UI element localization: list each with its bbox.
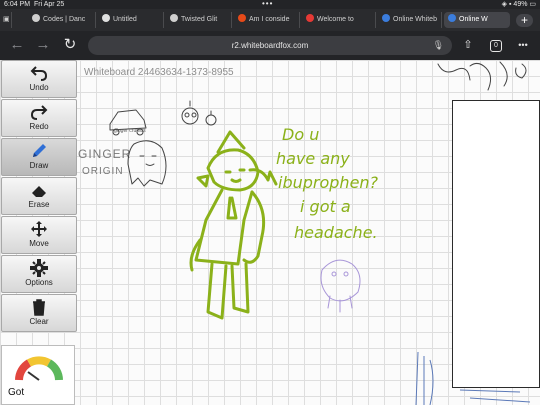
redo-label: Redo (29, 122, 49, 131)
url-text: r2.whiteboardfox.com (231, 41, 309, 50)
tab-twisted[interactable]: Twisted Glit (166, 12, 232, 28)
status-bar: 6:04 PM Fri Apr 25 ••• ◈ ▪ 49% ▭ (0, 0, 540, 9)
pen-icon (33, 144, 46, 157)
reload-button[interactable]: ↻ (61, 36, 79, 54)
undo-button[interactable]: Undo (1, 60, 77, 98)
trash-icon (33, 299, 45, 316)
rating-card-label: Got (8, 387, 25, 398)
clear-button[interactable]: Clear (1, 294, 77, 332)
back-button[interactable]: ← (8, 36, 26, 54)
undo-label: Undo (29, 83, 49, 92)
tab-favicon-icon (448, 14, 456, 22)
forward-button[interactable]: → (34, 36, 52, 54)
tab-favicon-icon (306, 14, 314, 22)
erase-label: Erase (28, 200, 50, 209)
erase-button[interactable]: Erase (1, 177, 77, 215)
tab-bar: ▣ Codes | Danc Untitled Twisted Glit Am … (0, 9, 540, 31)
tab-welcome[interactable]: Welcome to (302, 12, 376, 28)
tab-favicon-icon (32, 14, 40, 22)
ginger-text: GINGER (78, 147, 131, 161)
more-button[interactable]: ••• (514, 36, 532, 54)
tab-favicon-icon (102, 14, 110, 22)
tab-am-i[interactable]: Am I conside (234, 12, 300, 28)
whiteboard-canvas[interactable]: Whiteboard 24463634-1373-8955 ginger cru… (0, 60, 540, 405)
move-label: Move (29, 239, 49, 248)
microphone-icon[interactable]: 🎙 (433, 36, 444, 55)
browser-toolbar: ← → ↻ r2.whiteboardfox.com 🎙 ⇧ 0 ••• (0, 31, 540, 60)
tool-panel: Undo Redo Draw Erase Move Options Clear (0, 60, 78, 335)
eraser-icon (32, 186, 46, 197)
move-icon (31, 221, 47, 237)
options-button[interactable]: Options (1, 255, 77, 293)
green-character-drawing (189, 130, 278, 320)
speech-line-2: have any (276, 149, 350, 168)
draw-label: Draw (29, 161, 49, 170)
tab-untitled[interactable]: Untitled (98, 12, 164, 28)
new-tab-button[interactable]: + (516, 14, 533, 27)
purple-creature-sketch (320, 259, 361, 313)
ink-caption: ginger crumbs (114, 128, 146, 134)
undo-icon (30, 66, 48, 81)
tab-online-whiteboard[interactable]: Online Whiteb (378, 12, 442, 28)
move-button[interactable]: Move (1, 216, 77, 254)
rating-card[interactable]: Got (1, 345, 75, 405)
speech-line-3: ibuprophen? (278, 173, 379, 192)
tab-codes[interactable]: Codes | Danc (28, 12, 96, 28)
gear-icon (30, 259, 48, 277)
redo-icon (30, 105, 48, 120)
origin-text: ORIGIN (82, 166, 124, 177)
speech-text-group: Do u have any ibuprophen? i got a headac… (276, 125, 379, 242)
redo-button[interactable]: Redo (1, 99, 77, 137)
tab-favicon-icon (238, 14, 246, 22)
battery-indicator: ◈ ▪ 49% ▭ (501, 1, 536, 8)
speech-line-1: Do u (282, 125, 319, 144)
gauge-icon (15, 356, 63, 381)
address-bar[interactable]: r2.whiteboardfox.com 🎙 (88, 36, 452, 55)
side-panel (452, 100, 540, 388)
speech-line-5: headache. (294, 223, 378, 242)
tab-online-whiteboard-active[interactable]: Online W (444, 12, 510, 28)
options-label: Options (25, 278, 53, 287)
tab-overview-button[interactable]: ▣ (2, 12, 12, 28)
draw-button[interactable]: Draw (1, 138, 77, 176)
clear-label: Clear (29, 317, 49, 326)
status-time: 6:04 PM Fri Apr 25 (4, 1, 65, 8)
tab-favicon-icon (382, 14, 390, 22)
ginger-sketch: GINGER ORIGIN (78, 140, 167, 187)
tab-count-button[interactable]: 0 (490, 40, 502, 52)
ink-robot-sketch (181, 100, 217, 126)
multitask-dots[interactable]: ••• (262, 0, 273, 8)
share-button[interactable]: ⇧ (461, 36, 475, 54)
ink-car-sketch: ginger crumbs (109, 109, 147, 136)
tab-favicon-icon (170, 14, 178, 22)
speech-line-4: i got a (300, 197, 351, 216)
top-right-doodles (437, 61, 527, 91)
